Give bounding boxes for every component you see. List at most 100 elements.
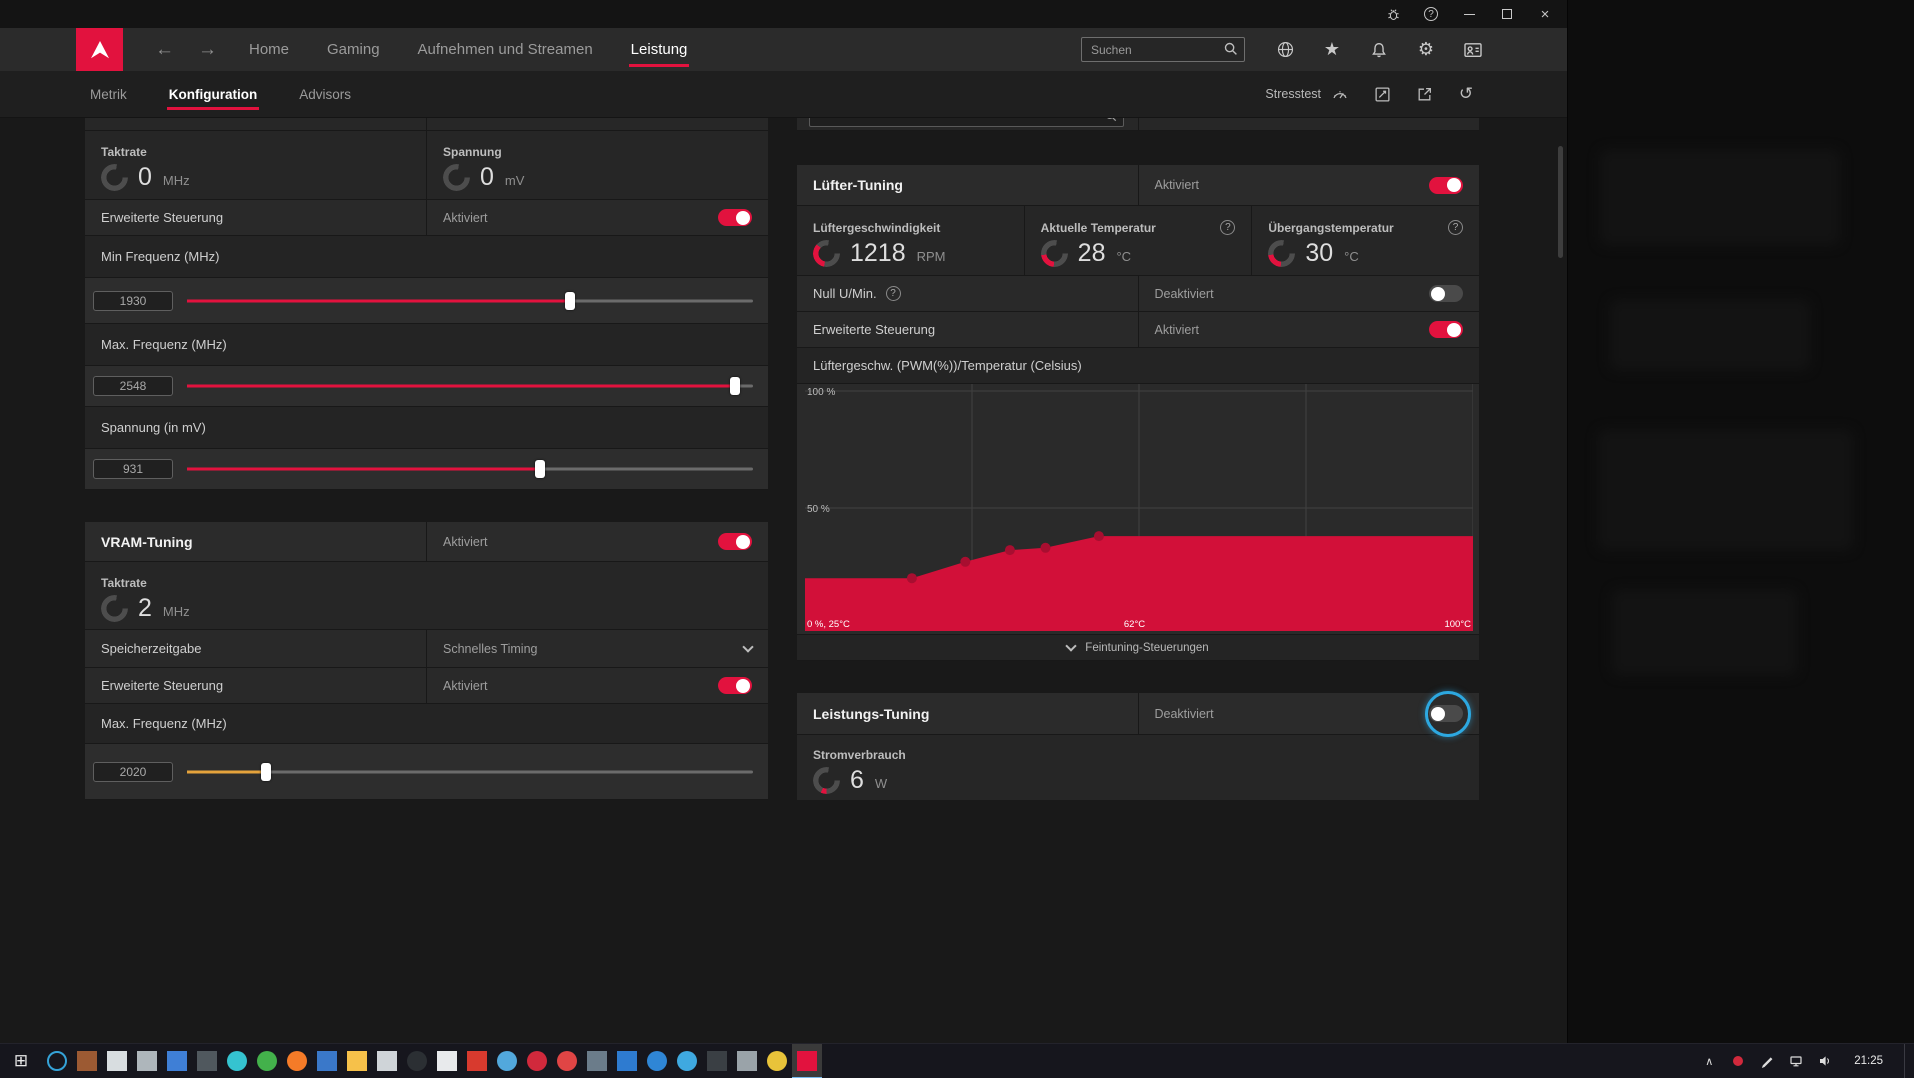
power-header-row: Leistungs-Tuning Deaktiviert — [797, 690, 1479, 737]
fan-curve-point[interactable] — [960, 556, 971, 567]
min-frequency-value-box[interactable]: 1930 — [93, 290, 173, 311]
search-select-box[interactable] — [809, 118, 1124, 127]
fan-curve-chart[interactable]: 100 % 50 % 0 %, 25°C 62°C 100°C — [797, 384, 1479, 635]
cortana-icon[interactable] — [42, 1044, 72, 1078]
amd-tray-icon[interactable] — [1730, 1053, 1746, 1069]
min-frequency-slider[interactable] — [187, 291, 753, 311]
app-dark-icon[interactable] — [192, 1044, 222, 1078]
vram-max-frequency-slider[interactable] — [187, 762, 753, 782]
app-charcoal-icon[interactable] — [702, 1044, 732, 1078]
clock[interactable]: 21:25 — [1846, 1055, 1891, 1067]
volume-icon[interactable] — [1817, 1053, 1833, 1069]
mail-icon[interactable] — [372, 1044, 402, 1078]
vram-clock-unit: MHz — [162, 603, 190, 619]
memory-timing-row: Speicherzeitgabe Schnelles Timing — [85, 630, 768, 668]
svg-text:62°C: 62°C — [1124, 619, 1145, 630]
subnav-item-konfiguration[interactable]: Konfiguration — [166, 73, 260, 116]
load-profile-icon[interactable] — [1373, 85, 1391, 103]
voltage-slider[interactable] — [187, 459, 753, 479]
vram-max-frequency-value-box[interactable]: 2020 — [93, 761, 173, 782]
vram-clock-label: Taktrate — [101, 575, 147, 590]
subnav-item-metrik[interactable]: Metrik — [90, 73, 127, 116]
app-red-a-icon[interactable] — [462, 1044, 492, 1078]
junction-temp-unit: °C — [1344, 249, 1359, 264]
row-label: Max. Frequenz (MHz) — [101, 716, 227, 731]
help-icon[interactable]: ? — [885, 286, 901, 301]
help-icon[interactable]: ? — [1448, 220, 1464, 235]
nav-item-performance[interactable]: Leistung — [628, 30, 690, 69]
nav-item-home[interactable]: Home — [249, 30, 289, 69]
zero-rpm-toggle[interactable] — [1429, 285, 1463, 302]
search-input[interactable] — [1081, 37, 1245, 62]
chrome-icon[interactable] — [762, 1044, 792, 1078]
fan-curve-point[interactable] — [1093, 531, 1104, 542]
vram-tuning-toggle[interactable] — [718, 533, 752, 550]
globe-icon[interactable] — [1275, 40, 1295, 60]
back-arrow-icon[interactable]: ← — [143, 39, 186, 61]
vram-max-frequency-label-row: Max. Frequenz (MHz) — [85, 704, 768, 744]
cutoff-row — [85, 118, 768, 131]
maximize-icon[interactable] — [1499, 6, 1515, 22]
power-tuning-toggle[interactable] — [1429, 705, 1463, 722]
memory-timing-dropdown[interactable]: Schnelles Timing — [426, 630, 768, 667]
app-brown-icon[interactable] — [72, 1044, 102, 1078]
app-white-icon[interactable] — [432, 1044, 462, 1078]
app-blue-icon[interactable] — [312, 1044, 342, 1078]
amd-logo[interactable] — [76, 28, 123, 71]
radeon-software-icon[interactable] — [792, 1043, 822, 1078]
close-icon[interactable]: × — [1537, 6, 1553, 22]
fan-curve-point[interactable] — [1040, 542, 1051, 553]
firefox-icon[interactable] — [282, 1044, 312, 1078]
scrollbar-thumb[interactable] — [1558, 146, 1563, 258]
app-red-ball-icon[interactable] — [552, 1044, 582, 1078]
app-blue-circle-icon[interactable] — [642, 1044, 672, 1078]
stresstest-control[interactable]: Stresstest — [1265, 85, 1349, 103]
show-desktop-button[interactable] — [1904, 1043, 1908, 1078]
minimize-icon[interactable] — [1461, 6, 1477, 22]
fan-advanced-toggle[interactable] — [1429, 321, 1463, 338]
max-frequency-value-box[interactable]: 2548 — [93, 376, 173, 396]
row-label: Null U/Min. — [813, 286, 877, 301]
app-blue-p-icon[interactable] — [612, 1044, 642, 1078]
vram-advanced-toggle[interactable] — [718, 677, 752, 694]
app-blue-moon-icon[interactable] — [672, 1044, 702, 1078]
notifications-bell-icon[interactable] — [1369, 40, 1389, 60]
app-red-dot-icon[interactable] — [522, 1044, 552, 1078]
display-app-icon[interactable] — [732, 1044, 762, 1078]
export-profile-icon[interactable] — [1415, 85, 1433, 103]
forward-arrow-icon[interactable]: → — [186, 39, 229, 61]
nav-item-record-stream[interactable]: Aufnehmen und Streamen — [418, 30, 593, 69]
app-blue-doc-icon[interactable] — [162, 1044, 192, 1078]
fan-tuning-toggle[interactable] — [1429, 176, 1463, 194]
help-icon[interactable]: ? — [1423, 6, 1439, 22]
max-frequency-slider[interactable] — [187, 376, 753, 396]
gpu-advanced-toggle[interactable] — [718, 209, 752, 226]
content-area: Taktrate 0 MHz Spannung 0 mV Erweiterte … — [0, 118, 1567, 1043]
fine-tuning-footer[interactable]: Feintuning-Steuerungen — [797, 635, 1479, 661]
favorites-star-icon[interactable]: ★ — [1322, 39, 1342, 60]
bug-report-icon[interactable] — [1385, 6, 1401, 22]
edge-icon[interactable] — [222, 1044, 252, 1078]
voltage-value-box[interactable]: 931 — [93, 459, 173, 479]
app-gray-icon[interactable] — [132, 1044, 162, 1078]
row-label: Max. Frequenz (MHz) — [101, 337, 227, 352]
app-light-doc-icon[interactable] — [102, 1044, 132, 1078]
network-icon[interactable] — [1788, 1053, 1804, 1069]
fan-advanced-row: Erweiterte Steuerung Aktiviert — [797, 312, 1479, 348]
account-icon[interactable] — [1463, 40, 1483, 60]
reset-icon[interactable]: ↺ — [1457, 84, 1475, 103]
folder-icon[interactable] — [342, 1044, 372, 1078]
app-green-icon[interactable] — [252, 1044, 282, 1078]
nav-item-gaming[interactable]: Gaming — [327, 30, 380, 69]
settings-gear-icon[interactable]: ⚙ — [1416, 39, 1436, 60]
telegram-icon[interactable] — [492, 1044, 522, 1078]
fan-curve-point[interactable] — [1004, 545, 1015, 556]
tray-expand-icon[interactable]: ∧ — [1701, 1053, 1717, 1069]
fan-curve-point[interactable] — [906, 573, 917, 584]
start-button[interactable]: ⊞ — [0, 1044, 42, 1078]
app-slate-icon[interactable] — [582, 1044, 612, 1078]
app-black-icon[interactable] — [402, 1044, 432, 1078]
pen-tray-icon[interactable] — [1759, 1053, 1775, 1069]
subnav-item-advisors[interactable]: Advisors — [299, 73, 351, 116]
help-icon[interactable]: ? — [1220, 220, 1236, 235]
